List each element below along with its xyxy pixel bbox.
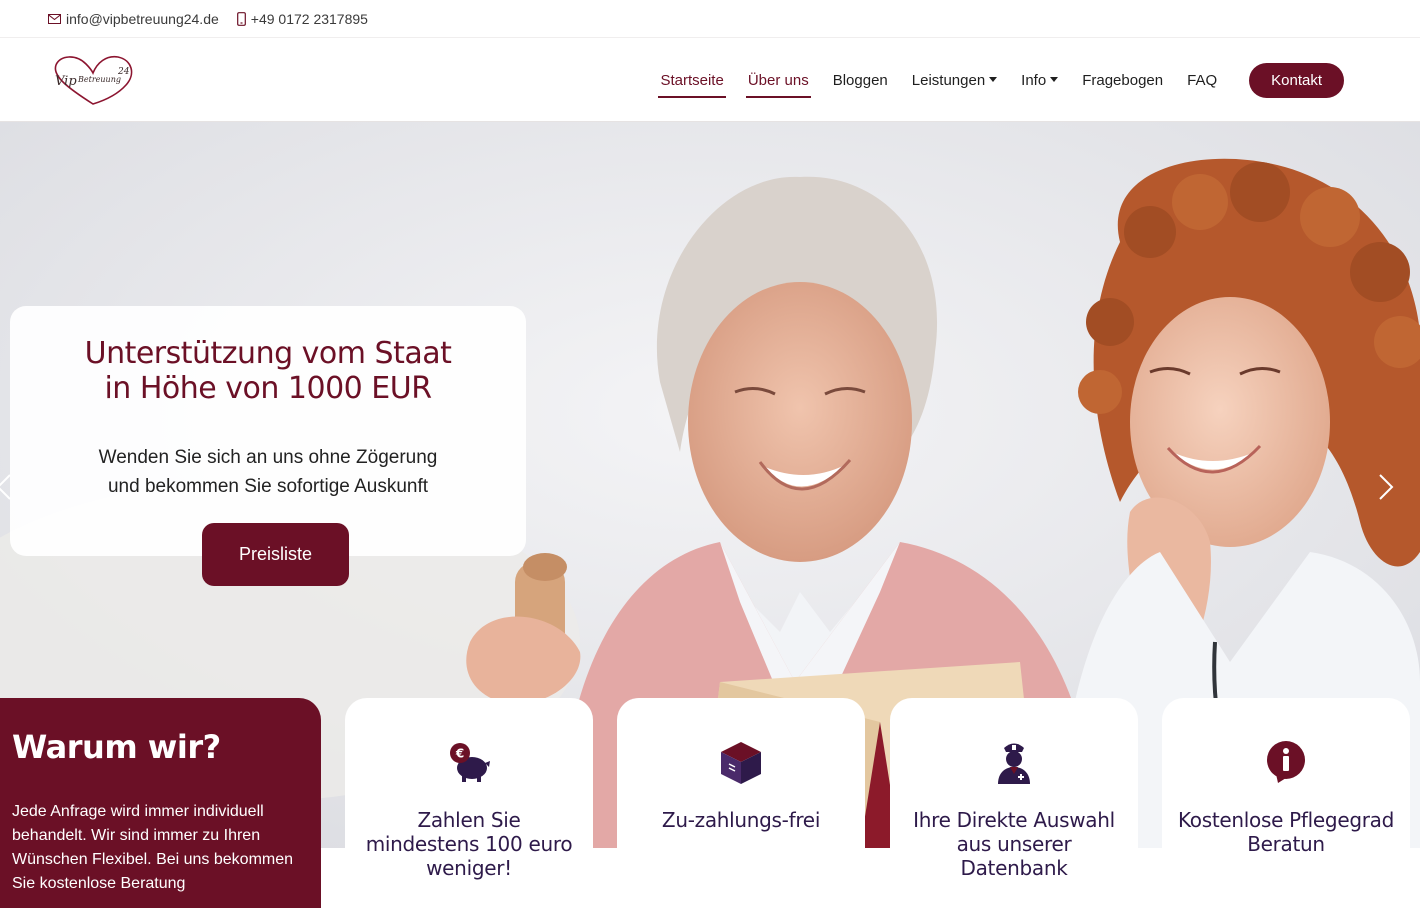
feature-card-savings[interactable]: € Zahlen Sie mindestens 100 euro weniger…: [345, 698, 593, 908]
caret-down-icon: [1050, 77, 1059, 83]
nav-item-fragebogen[interactable]: Fragebogen: [1080, 64, 1165, 97]
contact-bar: info@vipbetreuung24.de +49 0172 2317895: [0, 0, 1420, 38]
envelope-icon: [48, 13, 61, 24]
box-icon: [721, 742, 761, 784]
nav-item-info[interactable]: Info: [1019, 64, 1060, 97]
feature-title: Zu-zahlungs-frei: [661, 808, 821, 832]
svg-text:Vip: Vip: [55, 74, 77, 89]
why-us-title: Warum wir?: [12, 728, 221, 766]
phone-text[interactable]: +49 0172 2317895: [251, 11, 368, 27]
svg-text:24: 24: [117, 67, 130, 77]
feature-card-copay-free[interactable]: Zu-zahlungs-frei: [617, 698, 865, 908]
why-us-text: Jede Anfrage wird immer individuell beha…: [12, 803, 294, 892]
svg-text:Betreuung: Betreuung: [77, 75, 121, 84]
piggy-bank-euro-icon: €: [450, 743, 490, 782]
site-header: Vip Betreuung 24 Startseite Über uns Blo…: [0, 38, 1420, 122]
feature-card-database[interactable]: Ihre Direkte Auswahl aus unserer Datenba…: [890, 698, 1138, 908]
nav-item-bloggen[interactable]: Bloggen: [831, 64, 890, 97]
phone-contact[interactable]: +49 0172 2317895: [236, 11, 368, 27]
why-us-panel: Warum wir? Jede Anfrage wird immer indiv…: [0, 698, 321, 908]
nav-item-faq[interactable]: FAQ: [1185, 64, 1219, 97]
hero-text: Wenden Sie sich an uns ohne Zögerung und…: [10, 443, 526, 501]
preisliste-button[interactable]: Preisliste: [202, 523, 349, 586]
caret-down-icon: [989, 77, 998, 83]
heart-logo-icon: Vip Betreuung 24: [54, 55, 133, 105]
info-circle-icon: [1267, 741, 1305, 783]
hero-text-line2: und bekommen Sie sofortige Auskunft: [107, 476, 429, 497]
slider-next-arrow[interactable]: [1370, 467, 1400, 507]
feature-title: Zahlen Sie mindestens 100 euro weniger!: [365, 808, 573, 880]
nav-item-leistungen-label: Leistungen: [911, 71, 986, 89]
hero-text-line1: Wenden Sie sich an uns ohne Zögerung: [98, 447, 438, 468]
nurse-icon: [998, 743, 1030, 784]
feature-title: Ihre Direkte Auswahl aus unserer Datenba…: [913, 808, 1115, 880]
hero-card: Unterstützung vom Staat in Höhe von 1000…: [10, 306, 526, 556]
feature-card-consulting[interactable]: Kostenlose Pflegegrad Beratun: [1162, 698, 1410, 908]
nav-item-leistungen[interactable]: Leistungen: [910, 64, 999, 97]
mobile-phone-icon: [236, 11, 246, 26]
email-contact[interactable]: info@vipbetreuung24.de: [48, 11, 219, 27]
hero-title: Unterstützung vom Staat in Höhe von 1000…: [10, 336, 526, 406]
nav-item-startseite[interactable]: Startseite: [658, 64, 727, 98]
main-nav: Startseite Über uns Bloggen Leistungen I…: [648, 60, 1344, 100]
nav-item-info-label: Info: [1021, 71, 1047, 89]
site-logo[interactable]: Vip Betreuung 24: [48, 52, 138, 108]
kontakt-button[interactable]: Kontakt: [1249, 62, 1344, 98]
svg-text:€: €: [455, 747, 464, 761]
chevron-right-icon: [1379, 474, 1394, 500]
nav-item-ueber-uns[interactable]: Über uns: [745, 64, 811, 98]
feature-title: Kostenlose Pflegegrad Beratun: [1177, 808, 1394, 856]
hero-title-line2: in Höhe von 1000 EUR: [104, 371, 432, 406]
hero-title-line1: Unterstützung vom Staat: [84, 336, 452, 371]
email-text[interactable]: info@vipbetreuung24.de: [66, 11, 219, 27]
